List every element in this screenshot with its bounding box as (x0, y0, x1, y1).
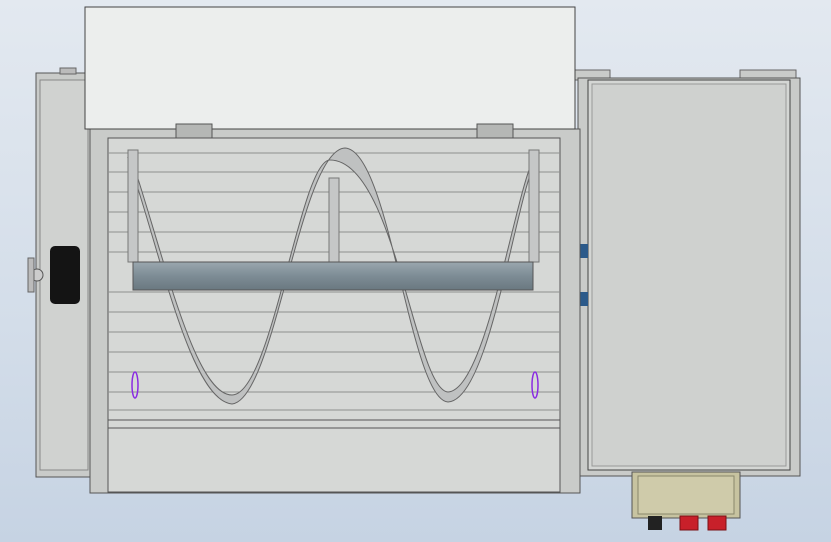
connector-icon (648, 516, 662, 530)
lid[interactable] (84, 6, 576, 130)
right-side-panel (573, 69, 801, 477)
cad-viewport[interactable] (0, 0, 831, 542)
red-button[interactable] (679, 515, 699, 531)
red-button[interactable] (707, 515, 727, 531)
